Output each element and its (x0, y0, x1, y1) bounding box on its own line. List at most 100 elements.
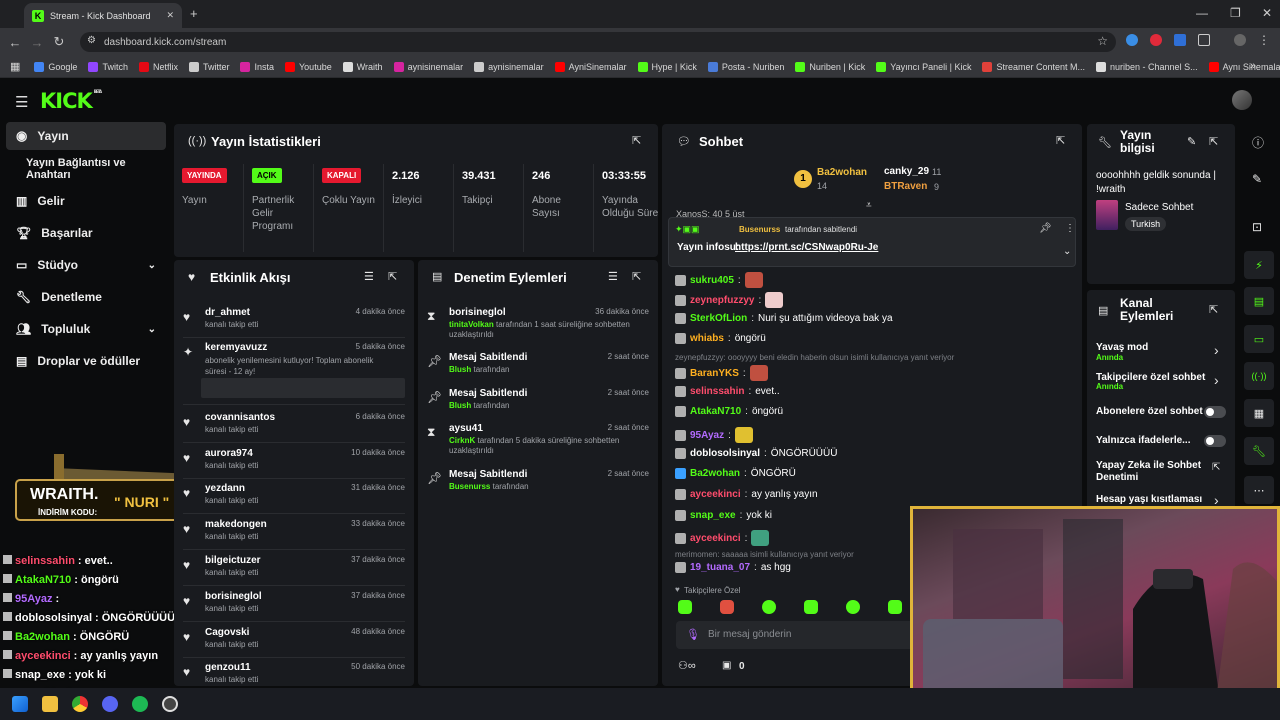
popout-icon[interactable]: ⇱ (632, 270, 641, 283)
action-title[interactable]: Mesaj Sabitlendi (449, 469, 527, 480)
bookmark-item[interactable]: Nuriben | Kick (795, 61, 865, 72)
event-username[interactable]: keremyavuzz (205, 342, 267, 353)
sidebar-item-gelir[interactable]: ▥ Gelir (6, 187, 166, 215)
forward-icon[interactable]: → (26, 35, 48, 50)
extension-icon[interactable] (1126, 34, 1138, 46)
bookmark-item[interactable]: Google (34, 61, 77, 72)
action-actor[interactable]: tinitaVolkan (449, 320, 494, 329)
chat-username[interactable]: snap_exe (690, 510, 736, 521)
kick-logo[interactable]: KICK BETA (40, 89, 102, 113)
menu-dots-icon[interactable]: ⋮ (1258, 34, 1270, 46)
maximize-icon[interactable]: ❐ (1230, 6, 1241, 20)
chevron-right-icon[interactable]: › (1214, 372, 1219, 388)
emote[interactable] (846, 600, 860, 614)
hamburger-menu-icon[interactable]: ☰ (15, 93, 28, 111)
sidebar-item-topluluk[interactable]: 👥︎ Topluluk ⌄ (6, 315, 166, 343)
discord-icon[interactable] (102, 696, 118, 712)
chat-username[interactable]: 19_tuana_07 (690, 562, 750, 573)
toggle-switch[interactable] (1204, 406, 1226, 418)
popout-icon[interactable]: ⇱ (632, 134, 641, 147)
event-username[interactable]: aurora974 (205, 448, 253, 459)
new-tab-icon[interactable]: + (190, 6, 198, 21)
back-icon[interactable]: ← (4, 35, 26, 50)
toggle-switch[interactable] (1204, 435, 1226, 447)
bookmark-item[interactable]: Aynı Sinemalar - Ça... (1208, 61, 1280, 72)
minimize-icon[interactable]: — (1196, 6, 1208, 20)
microphone-icon[interactable]: 🎙︎ (686, 628, 700, 641)
crop-icon[interactable]: ⊡ (1252, 220, 1262, 234)
wrench-icon[interactable]: 🔧︎ (1244, 437, 1274, 465)
pinned-link[interactable]: https://prnt.sc/CSNwap0Ru-Je (735, 242, 878, 253)
bookmark-item[interactable]: Wraith (342, 61, 383, 72)
gifter-name[interactable]: BTRaven (884, 181, 927, 192)
emote[interactable] (720, 600, 734, 614)
external-link-icon[interactable]: ⇱ (1212, 462, 1220, 473)
bookmark-item[interactable]: Yayıncı Paneli | Kick (876, 61, 971, 72)
more-options-icon[interactable]: ⋮ (1065, 223, 1075, 234)
user-avatar[interactable] (1232, 90, 1252, 110)
chat-username[interactable]: ayceekinci (690, 533, 741, 544)
chat-username[interactable]: whiabs (690, 333, 724, 344)
broadcast-icon[interactable]: ((·)) (1244, 362, 1274, 390)
chat-username[interactable]: sukru405 (690, 275, 734, 286)
emote[interactable] (804, 600, 818, 614)
chat-username[interactable]: selinssahin (690, 386, 744, 397)
action-actor[interactable]: CirknK (449, 436, 475, 445)
popout-icon[interactable]: ⇱ (1209, 303, 1218, 316)
bookmark-item[interactable]: Twitter (188, 61, 229, 72)
bookmark-star-icon[interactable]: ☆ (1097, 34, 1108, 48)
chat-username[interactable]: doblosolsinyal (690, 448, 760, 459)
filter-icon[interactable]: ☰ (364, 270, 374, 283)
event-username[interactable]: bilgeictuzer (205, 555, 261, 566)
bookmark-item[interactable]: Twitch (88, 61, 128, 72)
chevron-right-icon[interactable]: › (1214, 342, 1219, 358)
bookmark-item[interactable]: Youtube (285, 61, 332, 72)
chat-username[interactable]: 95Ayaz (690, 430, 724, 441)
channel-action-row[interactable]: Takipçilere özel sohbet Anında › (1096, 372, 1228, 394)
apps-grid-icon[interactable]: ▦ (10, 60, 20, 73)
action-title[interactable]: Mesaj Sabitlendi (449, 388, 527, 399)
spotify-icon[interactable] (132, 696, 148, 712)
bookmark-item[interactable]: Streamer Content M... (982, 61, 1085, 72)
reload-icon[interactable]: ↻ (48, 34, 70, 50)
bookmarks-more[interactable]: » (1250, 60, 1256, 72)
event-username[interactable]: makedongen (205, 519, 267, 530)
channel-action-row[interactable]: Abonelere özel sohbet (1096, 406, 1228, 428)
edit-icon[interactable]: ✎ (1187, 135, 1196, 148)
bookmark-item[interactable]: Hype | Kick (637, 61, 697, 72)
channel-action-row[interactable]: Yavaş mod Anında › (1096, 342, 1228, 364)
windows-start-icon[interactable] (12, 696, 28, 712)
extensions-puzzle-icon[interactable] (1198, 34, 1210, 46)
chrome-icon[interactable] (72, 696, 88, 712)
channel-action-row[interactable]: Yapay Zeka ile Sohbet Denetimi ⇱ (1096, 460, 1228, 483)
extension-icon[interactable] (1150, 34, 1162, 46)
sidebar-item-denetleme[interactable]: 🔧︎ Denetleme (6, 283, 166, 311)
gifter-name[interactable]: canky_29 (884, 166, 929, 177)
chat-username[interactable]: ayceekinci (690, 489, 741, 500)
category-name[interactable]: Sadece Sohbet (1125, 202, 1193, 213)
pinned-message[interactable]: ✦▣▣ Busenurss tarafından sabitlendi 📌︎ ⋮… (668, 217, 1076, 267)
popout-icon[interactable]: ⇱ (1056, 134, 1065, 147)
more-icon[interactable]: ⋯ (1244, 476, 1274, 504)
bookmark-item[interactable]: aynisinemalar (393, 61, 463, 72)
popout-icon[interactable]: ⇱ (1209, 135, 1218, 148)
popout-icon[interactable]: ⇱ (388, 270, 397, 283)
browser-tab[interactable]: K Stream - Kick Dashboard ✕ (24, 3, 182, 28)
gift-icon[interactable]: ▣ (722, 660, 731, 671)
profile-icon[interactable] (1234, 34, 1246, 46)
chat-icon[interactable]: ▭ (1244, 325, 1274, 353)
info-icon[interactable]: ⓘ (1252, 134, 1264, 151)
gifter-name[interactable]: Ba2wohan (817, 167, 867, 178)
file-explorer-icon[interactable] (42, 696, 58, 712)
sidebar-item-droplar[interactable]: ▤ Droplar ve ödüller (6, 347, 166, 375)
tag-chip[interactable]: Turkish (1125, 217, 1167, 231)
document-icon[interactable]: ▤ (1244, 287, 1274, 315)
bookmark-item[interactable]: nuriben - Channel S... (1096, 61, 1198, 72)
chat-input[interactable]: 🎙︎ Bir mesaj gönderin (676, 621, 916, 649)
address-bar[interactable]: ⚙ dashboard.kick.com/stream ☆ (80, 32, 1116, 52)
event-username[interactable]: covannisantos (205, 412, 275, 423)
bookmark-item[interactable]: AyniSinemalar (554, 61, 627, 72)
event-username[interactable]: dr_ahmet (205, 307, 250, 318)
emote[interactable] (762, 600, 776, 614)
action-title[interactable]: Mesaj Sabitlendi (449, 352, 527, 363)
